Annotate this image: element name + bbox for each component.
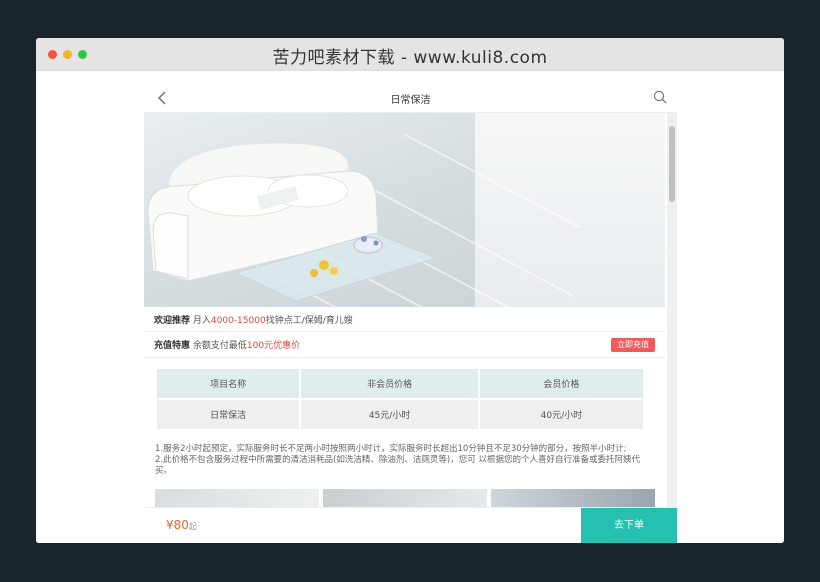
page-content[interactable]: 欢迎推荐 月入4000-15000找钟点工/保姆/育儿嫂 充值特惠 余额支付最低… bbox=[144, 113, 677, 513]
mobile-page: 日常保洁 欢迎推荐 月入4000-15000找钟点工/保姆/育儿嫂 充值特惠 余… bbox=[144, 83, 677, 543]
table-header: 会员价格 bbox=[477, 367, 646, 400]
table-header-row: 项目名称 非会员价格 会员价格 bbox=[154, 367, 646, 400]
order-button[interactable]: 去下单 bbox=[581, 508, 677, 543]
page-title: 日常保洁 bbox=[390, 95, 431, 106]
table-cell: 40元/小时 bbox=[477, 398, 646, 431]
browser-title: 苦力吧素材下载 - www.kuli8.com bbox=[272, 48, 548, 68]
price-table: 项目名称 非会员价格 会员价格 日常保洁 45元/小时 40元/小时 bbox=[154, 367, 646, 431]
price-suffix: 起 bbox=[188, 522, 197, 531]
browser-window: 苦力吧素材下载 - www.kuli8.com 日常保洁 欢迎推荐 月入4000… bbox=[36, 38, 784, 543]
welcome-label: 欢迎推荐 bbox=[154, 316, 191, 326]
table-row: 日常保洁 45元/小时 40元/小时 bbox=[154, 398, 646, 431]
recharge-prefix: 余额支付最低 bbox=[192, 341, 247, 351]
note-item: 1.服务2小时起预定，实际服务时长不足两小时按照两小时计，实际服务时长超出10分… bbox=[155, 444, 627, 454]
price-display: ¥80起 bbox=[166, 518, 197, 532]
recharge-row: 充值特惠 余额支付最低100元优惠价 立即充值 bbox=[144, 332, 665, 358]
price-value: ¥80 bbox=[166, 518, 189, 532]
recharge-button[interactable]: 立即充值 bbox=[611, 338, 655, 352]
table-header: 非会员价格 bbox=[299, 367, 480, 400]
hero-image bbox=[144, 113, 665, 307]
browser-viewport: 日常保洁 欢迎推荐 月入4000-15000找钟点工/保姆/育儿嫂 充值特惠 余… bbox=[36, 72, 784, 543]
welcome-suffix: 找钟点工/保姆/育儿嫂 bbox=[265, 316, 353, 326]
table-header: 项目名称 bbox=[154, 367, 302, 400]
welcome-amount: 4000-15000 bbox=[210, 316, 266, 326]
scrollbar[interactable] bbox=[667, 113, 677, 513]
recharge-label: 充值特惠 bbox=[154, 341, 191, 351]
table-cell: 日常保洁 bbox=[154, 398, 302, 431]
welcome-prefix: 月入 bbox=[192, 316, 211, 326]
page-header: 日常保洁 bbox=[144, 83, 677, 113]
recharge-amount: 100元优惠价 bbox=[246, 341, 301, 351]
search-icon[interactable] bbox=[653, 90, 667, 104]
welcome-row: 欢迎推荐 月入4000-15000找钟点工/保姆/育儿嫂 bbox=[144, 307, 665, 332]
service-notes: 1.服务2小时起预定，实际服务时长不足两小时按照两小时计，实际服务时长超出10分… bbox=[155, 444, 653, 477]
table-cell: 45元/小时 bbox=[299, 398, 480, 431]
table-illustration bbox=[236, 233, 436, 302]
scrollbar-thumb[interactable] bbox=[669, 126, 675, 202]
browser-titlebar: 苦力吧素材下载 - www.kuli8.com bbox=[36, 38, 784, 71]
order-bar: ¥80起 去下单 bbox=[144, 507, 677, 543]
note-item: 2.此价格不包含服务过程中所需要的清洁消耗品(如洗洁精、除油剂、洁厕灵等)，您可… bbox=[155, 455, 640, 476]
